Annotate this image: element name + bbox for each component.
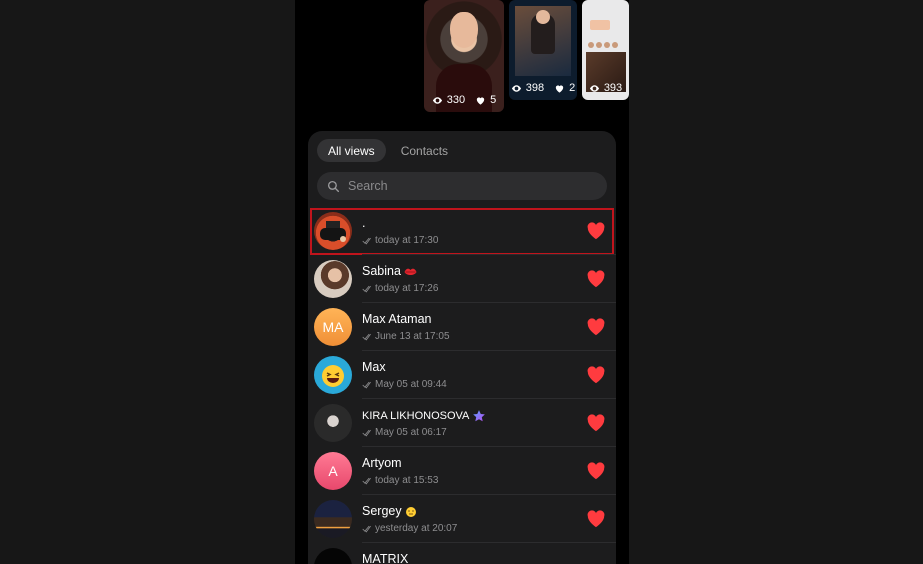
viewers-sheet: All views Contacts Search . today at 17:… [308,131,616,564]
heart-small-icon [555,84,564,93]
viewer-name: Max [362,360,386,374]
star-icon [473,410,486,422]
viewer-time: May 05 at 09:44 [362,379,447,390]
viewer-time: today at 15:53 [362,475,438,486]
tab-all-views[interactable]: All views [317,139,386,162]
avatar [314,404,352,442]
viewer-time: yesterday at 20:07 [362,523,457,534]
selection-highlight [310,208,614,255]
viewer-name: KIRA LIKHONOSOVA [362,409,486,423]
tab-contacts[interactable]: Contacts [390,139,459,162]
list-item[interactable]: Max May 05 at 09:44 [308,351,616,399]
eye-icon [589,84,599,92]
story-banner [590,20,610,30]
eye-icon [432,96,442,104]
search-placeholder: Search [348,179,388,193]
list-item[interactable]: KIRA LIKHONOSOVA May 05 at 06:17 [308,399,616,447]
heart-small-icon [476,96,485,105]
list-item[interactable]: A Artyom today at 15:53 [308,447,616,495]
viewer-time: May 05 at 06:17 [362,427,447,438]
search-icon [327,180,340,192]
phone-screen: 330 5 398 2 393 All views Contacts Searc… [295,0,629,564]
list-item[interactable]: MA Max Ataman June 13 at 17:05 [308,303,616,351]
tab-bar: All views Contacts [317,139,459,162]
heart-icon[interactable] [586,318,606,336]
heart-icon[interactable] [586,414,606,432]
story-thumbnail-2[interactable]: 398 2 [509,0,577,100]
story-stats: 330 5 [424,94,504,106]
story-stats: 398 2 [509,82,577,94]
avatar [314,500,352,538]
avatar [314,548,352,564]
story-likes: 2 [569,82,576,94]
laughing-face-icon [322,365,344,387]
avatar: A [314,452,352,490]
heart-icon[interactable] [586,270,606,288]
story-face [536,10,550,24]
list-item[interactable]: Sabina today at 17:26 [308,255,616,303]
story-thumbnail-3[interactable]: 393 [582,0,629,100]
search-input[interactable]: Search [317,172,607,200]
double-check-icon [362,525,371,533]
story-views: 393 [603,82,623,94]
story-views: 398 [525,82,545,94]
heart-icon[interactable] [586,366,606,384]
heart-icon[interactable] [586,510,606,528]
story-stats: 393 [582,82,629,94]
viewers-list: . today at 17:30 Sabina today at 17:26 M… [308,207,616,564]
double-check-icon [362,429,371,437]
list-item[interactable]: MATRIX [308,543,616,564]
viewer-name: Sabina [362,264,417,278]
avatar [314,356,352,394]
double-check-icon [362,381,371,389]
story-views: 330 [446,94,466,106]
lips-icon [404,268,417,275]
viewer-time: today at 17:26 [362,283,438,294]
heart-icon[interactable] [586,462,606,480]
list-item[interactable]: Sergey yesterday at 20:07 [308,495,616,543]
story-dots [588,42,618,48]
avatar: MA [314,308,352,346]
story-person-head [450,12,478,48]
story-likes: 5 [490,94,497,106]
avatar [314,260,352,298]
viewer-name: Max Ataman [362,312,432,326]
list-item[interactable]: . today at 17:30 [308,207,616,255]
story-thumbnail-1[interactable]: 330 5 [424,0,504,112]
viewer-time: June 13 at 17:05 [362,331,450,342]
double-check-icon [362,285,371,293]
viewer-name: MATRIX [362,552,409,564]
double-check-icon [362,333,371,341]
sleepy-face-icon [405,506,416,517]
viewer-name: Sergey [362,504,417,518]
eye-icon [511,84,521,92]
double-check-icon [362,477,371,485]
viewer-name: Artyom [362,456,402,470]
